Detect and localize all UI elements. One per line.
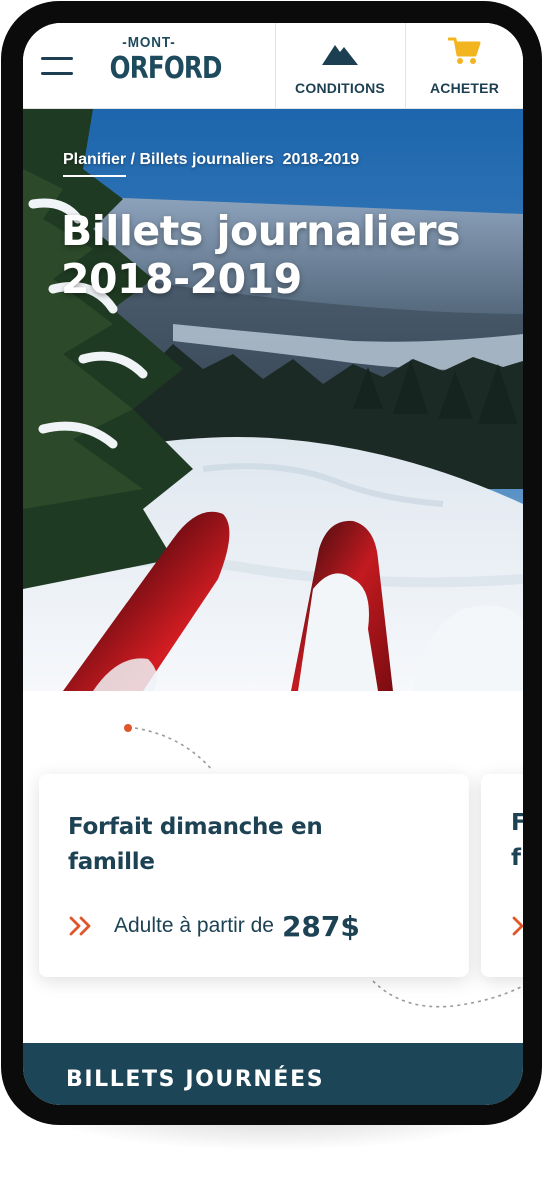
nav-acheter-label: ACHETER [429,80,500,96]
phone-frame: -MONT- ORFORD CONDITIONS ACHETER Planifi… [1,1,542,1125]
page-title: Billets journaliers 2018-2019 [61,207,461,303]
section-header-band: BILLETS JOURNÉES [23,1043,523,1105]
hero-banner: Planifier / Billets journaliers 2018-201… [23,109,523,691]
breadcrumb-separator: / [126,151,140,168]
card-title: Forfait dimanche en famille [68,814,323,875]
price-prefix: Adulte à partir de [114,914,274,937]
mont-orford-logo[interactable]: -MONT- ORFORD [101,34,223,97]
package-carousel: Forfait dimanche en famille Adulte à par… [23,691,523,1043]
nav-conditions-label: CONDITIONS [295,80,385,96]
hero-ski-photo [23,109,523,691]
breadcrumb-current: Billets journaliers 2018-2019 [139,151,360,168]
site-header: -MONT- ORFORD CONDITIONS ACHETER [23,23,523,109]
card-title-peek: f [511,845,522,871]
package-card-forfait-dimanche[interactable]: Forfait dimanche en famille Adulte à par… [39,774,469,977]
double-chevron-right-icon [69,916,91,936]
section-title: BILLETS JOURNÉES [66,1067,325,1092]
price-value: 287$ [281,909,360,943]
breadcrumb-link-planifier[interactable]: Planifier [63,151,127,177]
menu-hamburger-icon[interactable] [41,57,73,77]
breadcrumb: Planifier / Billets journaliers 2018-201… [63,151,359,177]
mountain-icon [322,45,358,65]
nav-acheter[interactable]: ACHETER [406,23,523,109]
logo-bottom-text: ORFORD [109,51,223,86]
card-title-peek: F [511,810,523,836]
screen: -MONT- ORFORD CONDITIONS ACHETER Planifi… [23,23,523,1105]
package-card-next[interactable]: F f [481,774,523,977]
shopping-cart-icon [447,37,480,64]
card-price-row: Adulte à partir de 287$ [68,906,360,946]
nav-conditions[interactable]: CONDITIONS [275,23,405,109]
logo-top-text: -MONT- [122,34,176,51]
double-chevron-right-icon [512,916,523,936]
